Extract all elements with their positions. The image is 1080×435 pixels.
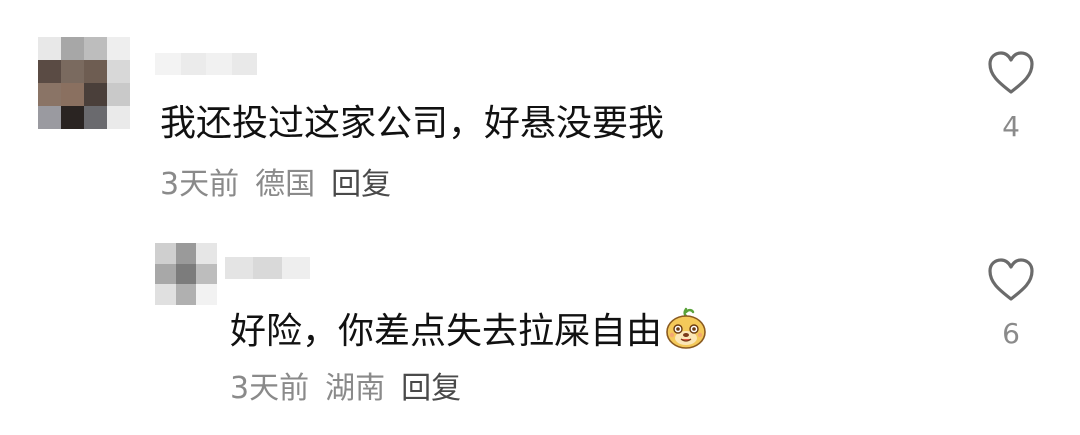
comment-meta: 3天前 湖南 回复 <box>230 371 461 407</box>
like-button[interactable]: 6 <box>981 257 1041 349</box>
comment-location: 湖南 <box>325 371 386 406</box>
username-blurred[interactable] <box>225 257 310 279</box>
smiling-dog-emoji-icon <box>666 307 706 349</box>
reply-button[interactable]: 回复 <box>401 371 461 406</box>
avatar[interactable] <box>155 243 217 305</box>
comment-text-content: 好险，你差点失去拉屎自由 <box>230 311 663 352</box>
heart-outline-icon <box>988 258 1034 301</box>
reply-comment-item: 好险，你差点失去拉屎自由 3天前 湖南 回复 6 <box>0 0 1080 406</box>
like-count: 6 <box>1002 317 1020 350</box>
comment-text: 好险，你差点失去拉屎自由 <box>230 307 708 354</box>
comment-time: 3天前 <box>230 371 310 406</box>
